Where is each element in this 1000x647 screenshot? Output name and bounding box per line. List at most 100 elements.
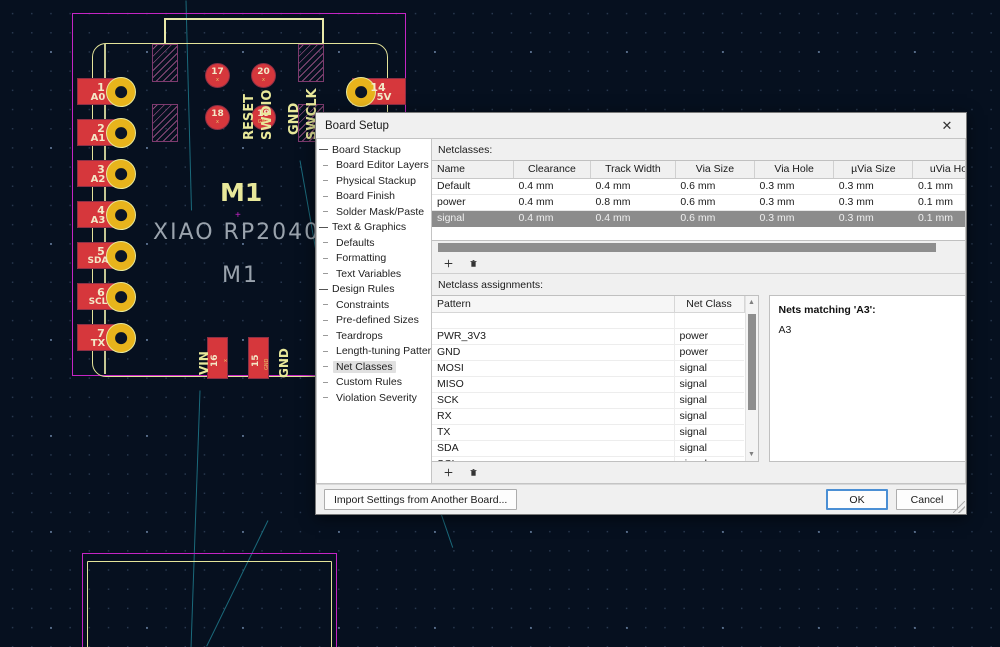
table-row[interactable]: Default 0.4 mm 0.4 mm 0.6 mm 0.3 mm 0.3 … [432, 178, 965, 195]
cell-uvia-size[interactable]: 0.3 mm [833, 210, 913, 227]
pad-round[interactable] [205, 63, 230, 88]
cell-netclass[interactable]: signal [673, 360, 744, 377]
pad-through-hole[interactable] [106, 282, 136, 312]
cell-via-size[interactable]: 0.6 mm [675, 178, 755, 195]
cell-pattern[interactable]: RX [432, 408, 674, 425]
table-row-selected[interactable]: signal 0.4 mm 0.4 mm 0.6 mm 0.3 mm 0.3 m… [432, 210, 965, 227]
cell-pattern[interactable]: SCK [432, 392, 674, 409]
sidebar-item-physical-stackup[interactable]: Physical Stackup [317, 173, 431, 189]
scroll-up-icon[interactable]: ▲ [745, 296, 758, 309]
sidebar-item-design-rules[interactable]: Design Rules [317, 282, 431, 298]
sidebar-item-text-and-graphics[interactable]: Text & Graphics [317, 220, 431, 236]
list-item[interactable]: MOSI signal [432, 360, 744, 377]
cell-via-hole[interactable]: 0.3 mm [754, 178, 834, 195]
sidebar-item-text-variables[interactable]: Text Variables [317, 266, 431, 282]
scrollbar-thumb[interactable] [746, 313, 757, 412]
netclasses-horizontal-scrollbar[interactable] [432, 240, 965, 255]
sidebar-item-net-classes[interactable]: Net Classes [317, 359, 431, 375]
table-row-clipped[interactable] [432, 312, 744, 329]
column-header-pattern[interactable]: Pattern [432, 296, 675, 313]
pad-through-hole[interactable] [106, 159, 136, 189]
cell-uvia-hole[interactable]: 0.1 mm [912, 178, 965, 195]
cell-uvia-hole[interactable]: 0.1 mm [912, 210, 965, 227]
sidebar-item-violation-severity[interactable]: Violation Severity [317, 390, 431, 406]
list-item[interactable]: RX signal [432, 408, 744, 425]
add-assignment-button[interactable] [438, 463, 459, 482]
list-item[interactable]: TX signal [432, 424, 744, 441]
column-header-via-size[interactable]: Via Size [675, 161, 756, 179]
list-item[interactable]: SDA signal [432, 440, 744, 457]
list-item[interactable]: GND power [432, 344, 744, 361]
cell-netclass[interactable]: power [673, 344, 744, 361]
cell-via-size[interactable]: 0.6 mm [675, 194, 755, 211]
list-item[interactable]: SCK signal [432, 392, 744, 409]
netclasses-grid[interactable]: Name Clearance Track Width Via Size Via … [432, 161, 965, 227]
scrollbar-thumb[interactable] [438, 242, 936, 252]
pad-through-hole[interactable] [106, 241, 136, 271]
cell-name[interactable]: signal [432, 210, 514, 227]
cell-name[interactable]: Default [432, 178, 514, 195]
cell-pattern[interactable]: SDA [432, 440, 674, 457]
sidebar-item-board-finish[interactable]: Board Finish [317, 189, 431, 205]
cell-netclass[interactable]: signal [673, 456, 744, 461]
column-header-track-width[interactable]: Track Width [590, 161, 676, 179]
column-header-uvia-size[interactable]: µVia Size [833, 161, 914, 179]
cell-netclass[interactable]: signal [673, 424, 744, 441]
cell-pattern[interactable]: TX [432, 424, 674, 441]
collapse-icon[interactable] [319, 145, 328, 154]
delete-assignment-button[interactable] [463, 463, 484, 482]
pad-through-hole[interactable] [106, 77, 136, 107]
sidebar-item-length-tuning-patterns[interactable]: Length-tuning Patterns [317, 344, 431, 360]
cell-netclass[interactable]: signal [673, 392, 744, 409]
assignments-scrollport[interactable]: Pattern Net Class PWR_3V3 power GND powe… [432, 296, 745, 461]
cell-uvia-size[interactable]: 0.3 mm [833, 178, 913, 195]
cell-netclass[interactable]: signal [673, 376, 744, 393]
cell-clearance[interactable]: 0.4 mm [513, 210, 591, 227]
sidebar-item-defaults[interactable]: Defaults [317, 235, 431, 251]
cell-pattern[interactable]: PWR_3V3 [432, 328, 674, 345]
cell-netclass[interactable]: signal [673, 440, 744, 457]
pad-round[interactable] [251, 63, 276, 88]
list-item[interactable]: PWR_3V3 power [432, 328, 744, 345]
cancel-button[interactable]: Cancel [896, 489, 958, 510]
close-icon[interactable]: ✕ [934, 115, 960, 136]
assignments-grid[interactable]: Pattern Net Class PWR_3V3 power GND powe… [432, 296, 745, 461]
cell-pattern[interactable] [432, 312, 674, 329]
cell-netclass[interactable]: signal [673, 408, 744, 425]
column-header-via-hole[interactable]: Via Hole [754, 161, 835, 179]
sidebar-item-constraints[interactable]: Constraints [317, 297, 431, 313]
cell-uvia-size[interactable]: 0.3 mm [833, 194, 913, 211]
scrollbar-track[interactable] [438, 242, 959, 252]
cell-track-width[interactable]: 0.4 mm [590, 210, 676, 227]
column-header-net-class[interactable]: Net Class [674, 296, 745, 313]
cell-track-width[interactable]: 0.8 mm [590, 194, 676, 211]
assignments-vertical-scrollbar[interactable]: ▲ ▼ [744, 296, 758, 461]
pad-through-hole[interactable] [106, 200, 136, 230]
collapse-icon[interactable] [319, 285, 328, 294]
column-header-uvia-hole[interactable]: uVia Hole [912, 161, 965, 179]
netclasses-grid-wrap[interactable]: Name Clearance Track Width Via Size Via … [432, 160, 965, 241]
pad-through-hole[interactable] [106, 118, 136, 148]
column-header-clearance[interactable]: Clearance [513, 161, 591, 179]
sidebar-item-custom-rules[interactable]: Custom Rules [317, 375, 431, 391]
settings-tree[interactable]: Board Stackup Board Editor Layers Physic… [316, 138, 432, 484]
list-item[interactable]: SCL signal [432, 456, 744, 461]
cell-clearance[interactable]: 0.4 mm [513, 194, 591, 211]
scroll-down-icon[interactable]: ▼ [745, 448, 758, 461]
add-netclass-button[interactable] [438, 254, 459, 273]
scrollbar-track[interactable] [745, 309, 758, 448]
pad-through-hole[interactable] [346, 77, 376, 107]
list-item[interactable]: MISO signal [432, 376, 744, 393]
cell-name[interactable]: power [432, 194, 514, 211]
pad-through-hole[interactable] [106, 323, 136, 353]
cell-clearance[interactable]: 0.4 mm [513, 178, 591, 195]
cell-via-hole[interactable]: 0.3 mm [754, 194, 834, 211]
delete-netclass-button[interactable] [463, 254, 484, 273]
pad-round[interactable] [205, 105, 230, 130]
cell-pattern[interactable]: SCL [432, 456, 674, 461]
cell-uvia-hole[interactable]: 0.1 mm [912, 194, 965, 211]
sidebar-item-formatting[interactable]: Formatting [317, 251, 431, 267]
collapse-icon[interactable] [319, 223, 328, 232]
assignments-grid-wrap[interactable]: Pattern Net Class PWR_3V3 power GND powe… [432, 295, 759, 462]
ok-button[interactable]: OK [826, 489, 888, 510]
